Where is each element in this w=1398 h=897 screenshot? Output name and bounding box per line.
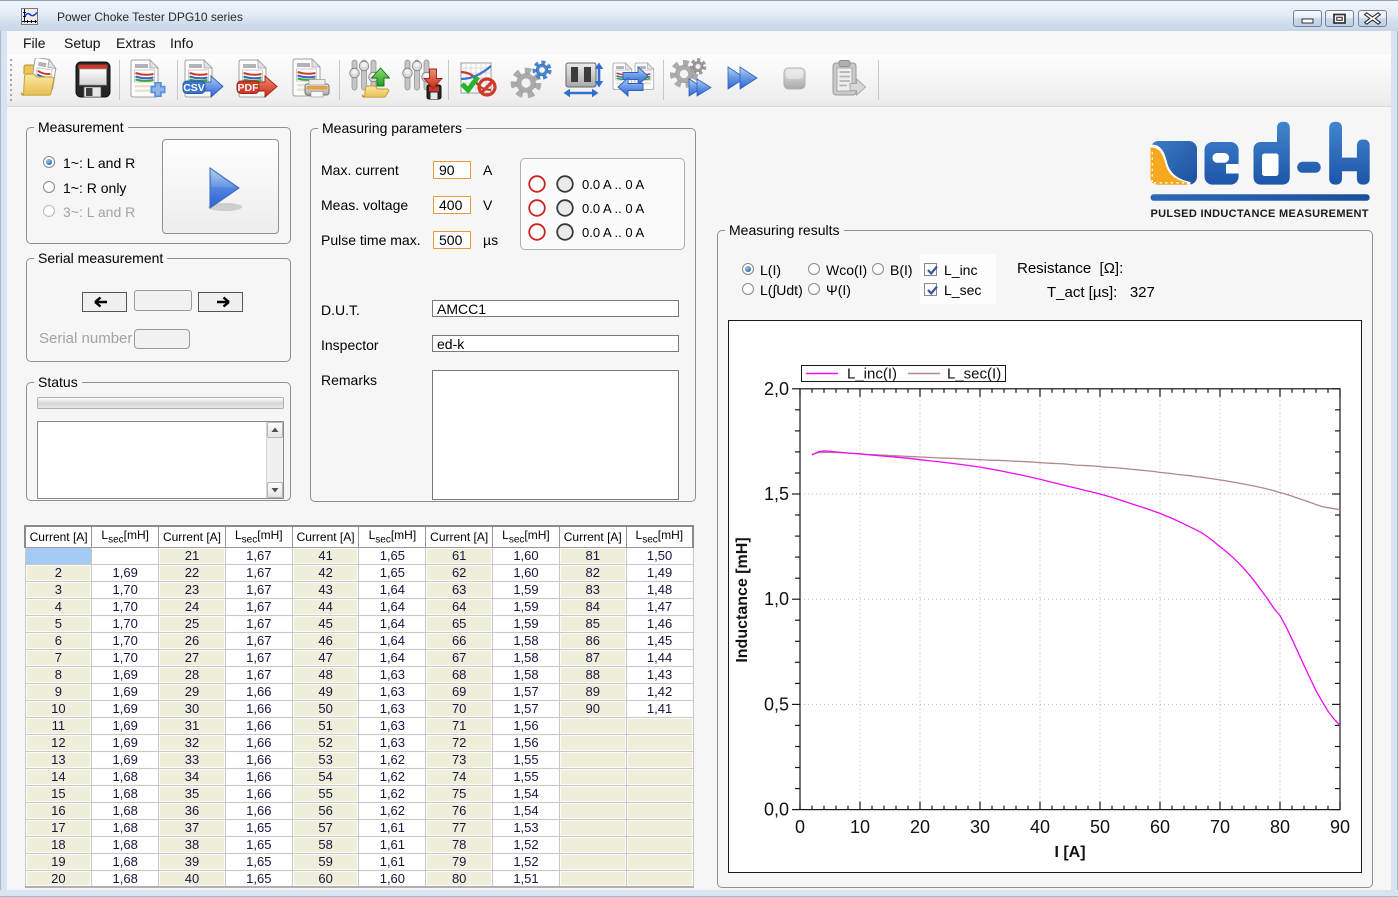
svg-text:PDF: PDF — [238, 82, 260, 94]
svg-text:80: 80 — [1270, 817, 1290, 837]
svg-text:0.0 A .. 0 A: 0.0 A .. 0 A — [582, 201, 644, 216]
svg-text:CSV: CSV — [183, 82, 205, 94]
svg-text:L_sec(I): L_sec(I) — [947, 366, 1001, 383]
svg-text:30: 30 — [970, 817, 990, 837]
svg-text:0,5: 0,5 — [764, 694, 789, 714]
svg-text:60: 60 — [1150, 817, 1170, 837]
svg-text:50: 50 — [1090, 817, 1110, 837]
svg-text:0: 0 — [795, 817, 805, 837]
svg-text:Inductance [mH]: Inductance [mH] — [734, 537, 751, 662]
svg-text:0.0 A .. 0 A: 0.0 A .. 0 A — [582, 177, 644, 192]
svg-text:1,0: 1,0 — [764, 589, 789, 609]
svg-text:10: 10 — [850, 817, 870, 837]
svg-text:I [A]: I [A] — [1054, 844, 1085, 861]
svg-text:40: 40 — [1030, 817, 1050, 837]
svg-text:L_inc(I): L_inc(I) — [847, 366, 897, 383]
svg-text:20: 20 — [910, 817, 930, 837]
svg-text:2,0: 2,0 — [764, 379, 789, 399]
svg-text:PULSED INDUCTANCE MEASUREMENT: PULSED INDUCTANCE MEASUREMENT — [1151, 208, 1370, 220]
svg-text:90: 90 — [1330, 817, 1350, 837]
svg-text:0,0: 0,0 — [764, 800, 789, 820]
svg-text:0.0 A .. 0 A: 0.0 A .. 0 A — [582, 225, 644, 240]
svg-text:1,5: 1,5 — [764, 484, 789, 504]
svg-text:70: 70 — [1210, 817, 1230, 837]
